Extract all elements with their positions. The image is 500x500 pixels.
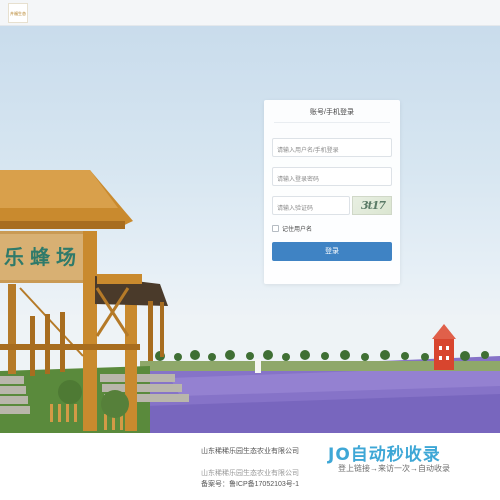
login-title: 账号/手机登录 [310,109,354,116]
pavilion-sign: 乐蜂场 [4,245,82,269]
password-field-wrapper [272,167,392,189]
watermark-tagline: 登上链接→来访一次→自动收录 [338,464,450,473]
watermark-brand: JO自动秒收录 [328,445,441,465]
site-logo[interactable]: 卉福生态 [8,3,28,23]
captcha-field-wrapper [272,196,350,218]
footer-icp-link[interactable]: 备案号：鲁ICP备17052103号-1 [0,479,500,489]
top-header: 卉福生态 [0,0,500,26]
captcha-text: 3t17 [361,199,386,212]
remember-username[interactable]: 记住用户名 [272,224,312,233]
logo-text: 卉福生态 [10,10,26,16]
white-statue [255,359,261,373]
remember-label: 记住用户名 [282,227,313,233]
remember-checkbox[interactable] [272,225,279,232]
title-divider [274,122,390,123]
captcha-input[interactable] [273,200,349,218]
captcha-image[interactable]: 3t17 [352,196,392,215]
hero-background: 乐蜂场 [0,26,500,433]
watermark: JO自动秒收录 登上链接→来访一次→自动收录 [328,440,488,480]
hero-scene: 乐蜂场 [0,170,500,433]
username-input[interactable] [273,142,391,160]
password-input[interactable] [273,171,391,189]
username-field-wrapper [272,138,392,160]
login-card: 账号/手机登录 3t17 记住用户名 登录 [264,100,400,284]
red-tower [432,324,456,370]
login-button[interactable]: 登录 [272,242,392,261]
